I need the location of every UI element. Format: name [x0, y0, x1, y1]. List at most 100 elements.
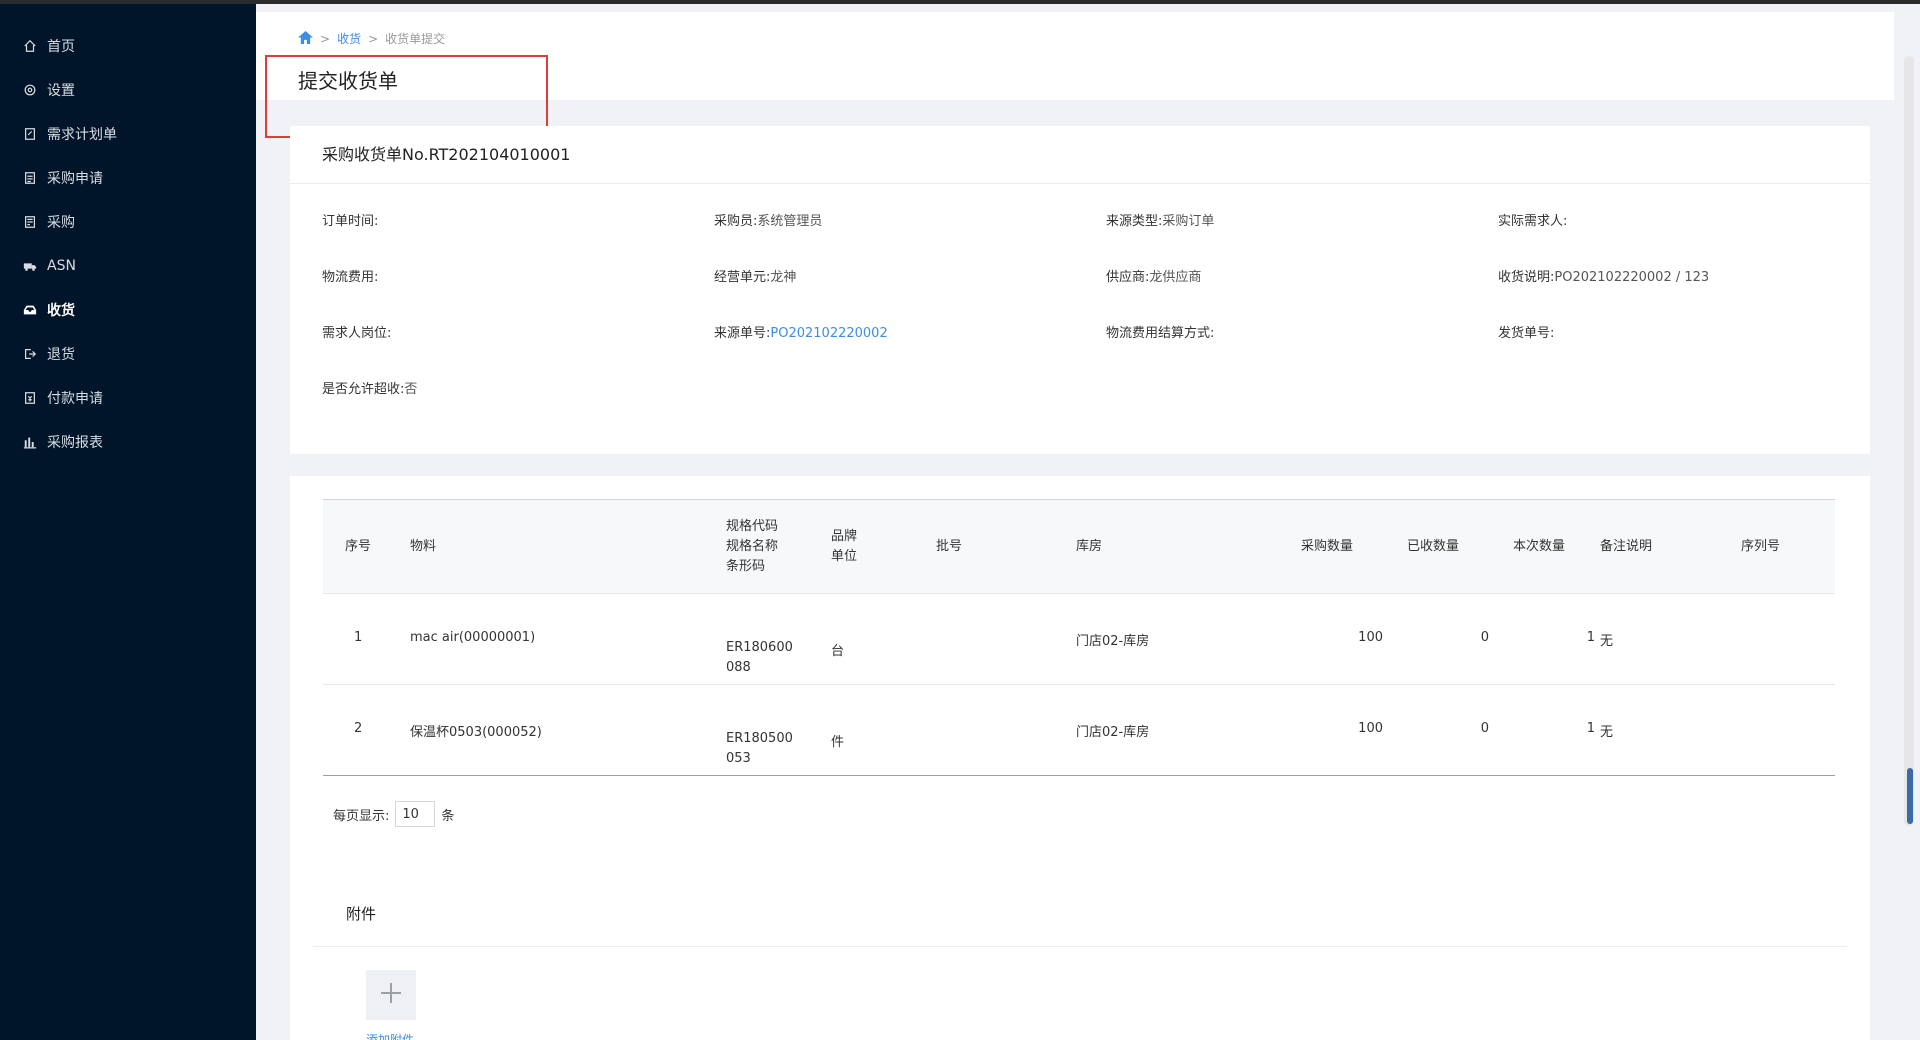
field-buyer: 采购员:系统管理员: [714, 214, 823, 229]
add-attachment-button[interactable]: [366, 970, 416, 1020]
field-source-type: 来源类型:采购订单: [1106, 214, 1215, 229]
sidebar-item-home[interactable]: 首页: [0, 24, 256, 68]
sidebar-item-purchase-request[interactable]: 采购申请: [0, 156, 256, 200]
sidebar-item-purchase-report[interactable]: 采购报表: [0, 420, 256, 464]
field-supplier: 供应商:龙供应商: [1106, 270, 1202, 285]
cell-warehouse: 门店02-库房: [1076, 725, 1150, 740]
divider: [313, 946, 1847, 947]
field-requester-post: 需求人岗位:: [322, 326, 392, 341]
page-size-label: 每页显示:: [333, 808, 390, 824]
cell-material: 保温杯0503(000052): [410, 725, 542, 740]
field-actual-requester: 实际需求人:: [1498, 214, 1568, 229]
cell-purchase-qty: 100: [1358, 630, 1383, 645]
breadcrumb-separator: >: [368, 31, 379, 46]
table-row: 2 保温杯0503(000052) ER180500 053 件 门店02-库房…: [323, 685, 1835, 776]
col-brand-unit: 品牌 单位: [831, 529, 858, 564]
table-header: 序号 物料 规格代码 规格名称 条形码 品牌 单位 批号 库房 采购数量 已收数…: [323, 500, 1835, 594]
sidebar-item-demand-plan[interactable]: 需求计划单: [0, 112, 256, 156]
clipboard-icon: [22, 170, 38, 186]
payment-icon: [22, 390, 38, 406]
cell-remark: 无: [1600, 725, 1614, 740]
cell-purchase-qty: 100: [1358, 721, 1383, 736]
document-edit-icon: [22, 126, 38, 142]
cell-spec-code-line2: 088: [726, 660, 751, 675]
sidebar-item-settings[interactable]: 设置: [0, 68, 256, 112]
cell-spec-code-line2: 053: [726, 751, 751, 766]
items-table: 序号 物料 规格代码 规格名称 条形码 品牌 单位 批号 库房 采购数量 已收数…: [323, 499, 1835, 776]
cell-spec-code-line1: ER180500: [726, 731, 793, 746]
sidebar-item-purchase[interactable]: 采购: [0, 200, 256, 244]
bar-chart-icon: [22, 434, 38, 450]
truck-icon: [22, 258, 38, 274]
scrollbar-track[interactable]: [1904, 56, 1914, 826]
cell-received-qty: 0: [1480, 630, 1489, 645]
field-order-time: 订单时间:: [322, 214, 379, 229]
exit-icon: [22, 346, 38, 362]
field-business-unit: 经营单元:龙神: [714, 270, 797, 285]
sidebar-item-label: 设置: [47, 83, 75, 99]
page-size-input[interactable]: [395, 801, 436, 827]
field-receipt-note: 收货说明:PO202102220002 / 123: [1498, 270, 1710, 285]
field-allow-over-receive: 是否允许超收:否: [322, 382, 418, 397]
breadcrumb-receiving[interactable]: 收货: [337, 30, 361, 47]
sidebar-item-label: 退货: [47, 347, 75, 363]
sidebar-item-label: 需求计划单: [47, 127, 117, 143]
col-serial: 序列号: [1741, 539, 1781, 554]
col-material: 物料: [410, 539, 437, 554]
sidebar-item-receiving[interactable]: 收货: [0, 288, 256, 332]
breadcrumb-current: 收货单提交: [385, 32, 446, 46]
breadcrumb: > 收货 > 收货单提交: [298, 30, 445, 47]
attachment-title: 附件: [346, 905, 377, 923]
cell-remark: 无: [1600, 634, 1614, 649]
sidebar: 首页 设置 需求计划单 采购申请 采购 ASN 收货 退货 付款申请 采购报表: [0, 4, 256, 1040]
add-attachment-link[interactable]: 添加附件: [366, 1031, 414, 1040]
list-icon: [22, 214, 38, 230]
sidebar-item-label: 采购报表: [47, 435, 103, 451]
cell-seq: 1: [354, 630, 363, 645]
col-seq: 序号: [345, 539, 372, 554]
inbox-icon: [22, 302, 38, 318]
cell-unit: 件: [831, 735, 845, 750]
sidebar-item-label: 付款申请: [47, 391, 103, 407]
page-size-control: 每页显示: 条: [333, 801, 454, 827]
main-content: > 收货 > 收货单提交 提交收货单 采购收货单No.RT20210401000…: [256, 4, 1920, 1040]
cell-spec-code-line1: ER180600: [726, 640, 793, 655]
items-table-card: 序号 物料 规格代码 规格名称 条形码 品牌 单位 批号 库房 采购数量 已收数…: [290, 476, 1870, 1040]
col-warehouse: 库房: [1076, 539, 1103, 554]
sidebar-item-label: ASN: [47, 258, 76, 274]
field-delivery-no: 发货单号:: [1498, 326, 1555, 341]
cell-current-qty[interactable]: 1: [1535, 721, 1595, 736]
gear-icon: [22, 82, 38, 98]
cell-material: mac air(00000001): [410, 630, 536, 645]
scrollbar-thumb[interactable]: [1907, 768, 1913, 824]
breadcrumb-separator: >: [320, 31, 331, 46]
order-number-title: 采购收货单No.RT202104010001: [290, 126, 1870, 184]
field-fee-settlement: 物流费用结算方式:: [1106, 326, 1215, 341]
source-order-link[interactable]: PO202102220002: [770, 326, 887, 341]
plus-icon: [379, 981, 403, 1009]
cell-warehouse: 门店02-库房: [1076, 634, 1150, 649]
field-source-no: 来源单号:PO202102220002: [714, 326, 888, 341]
sidebar-item-payment-request[interactable]: 付款申请: [0, 376, 256, 420]
cell-current-qty[interactable]: 1: [1535, 630, 1595, 645]
col-spec: 规格代码 规格名称 条形码: [726, 519, 779, 574]
sidebar-item-asn[interactable]: ASN: [0, 244, 256, 288]
sidebar-item-returns[interactable]: 退货: [0, 332, 256, 376]
sidebar-item-label: 收货: [47, 303, 75, 319]
cell-seq: 2: [354, 721, 363, 736]
page-header: > 收货 > 收货单提交 提交收货单: [256, 12, 1894, 138]
sidebar-item-label: 采购申请: [47, 171, 103, 187]
col-remark: 备注说明: [1600, 539, 1653, 554]
col-received-qty: 已收数量: [1407, 539, 1460, 554]
sidebar-item-label: 首页: [47, 39, 75, 55]
home-icon: [22, 38, 38, 54]
col-batch: 批号: [936, 539, 963, 554]
sidebar-item-label: 采购: [47, 215, 75, 231]
table-row: 1 mac air(00000001) ER180600 088 台 门店02-…: [323, 594, 1835, 685]
col-current-qty: 本次数量: [1513, 539, 1566, 554]
cell-received-qty: 0: [1480, 721, 1489, 736]
field-logistics-fee: 物流费用:: [322, 270, 379, 285]
order-info-card: 采购收货单No.RT202104010001 订单时间: 采购员:系统管理员 来…: [290, 126, 1870, 454]
col-purchase-qty: 采购数量: [1301, 539, 1354, 554]
home-icon[interactable]: [298, 30, 313, 47]
